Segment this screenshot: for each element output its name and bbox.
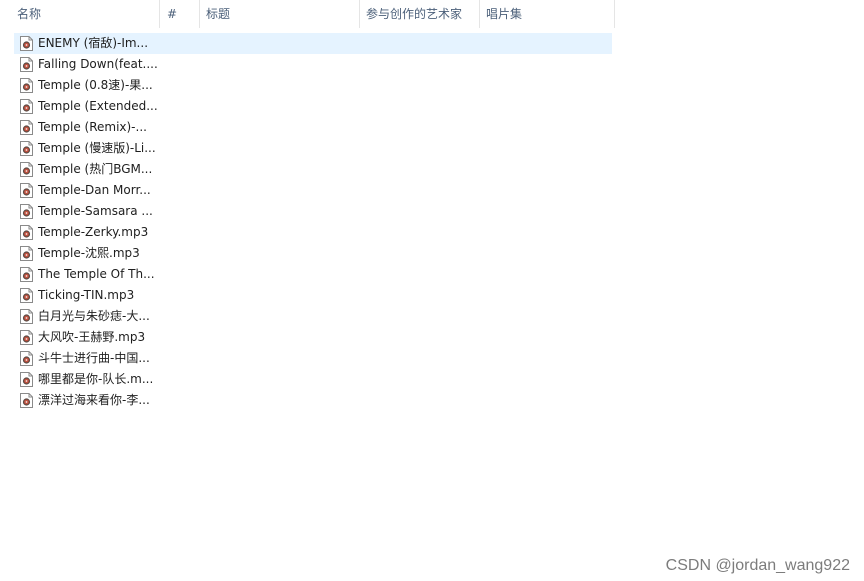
- file-list: ENEMY (宿敌)-Im... Falling Down(feat.... Tem…: [14, 33, 612, 411]
- audio-file-icon: [20, 141, 33, 156]
- file-name: Temple (0.8速)-果...: [38, 78, 153, 92]
- file-name: Temple-沈熙.mp3: [38, 246, 140, 260]
- column-divider[interactable]: [159, 0, 160, 28]
- file-name: Temple-Samsara ...: [38, 204, 153, 218]
- audio-file-icon: [20, 183, 33, 198]
- file-name: 漂洋过海来看你-李...: [38, 393, 150, 407]
- file-row[interactable]: Temple-Dan Morr...: [14, 180, 612, 201]
- column-divider[interactable]: [199, 0, 200, 28]
- file-name: Temple (Extended...: [38, 99, 158, 113]
- audio-file-icon: [20, 351, 33, 366]
- file-row[interactable]: 漂洋过海来看你-李...: [14, 390, 612, 411]
- file-row[interactable]: Temple (0.8速)-果...: [14, 75, 612, 96]
- audio-file-icon: [20, 246, 33, 261]
- file-row[interactable]: Temple-沈熙.mp3: [14, 243, 612, 264]
- file-row[interactable]: Temple (热门BGM...: [14, 159, 612, 180]
- audio-file-icon: [20, 330, 33, 345]
- audio-file-icon: [20, 120, 33, 135]
- file-name: Temple (慢速版)-Li...: [38, 141, 156, 155]
- file-row[interactable]: ENEMY (宿敌)-Im...: [14, 33, 612, 54]
- watermark: CSDN @jordan_wang922: [665, 557, 850, 574]
- audio-file-icon: [20, 267, 33, 282]
- audio-file-icon: [20, 225, 33, 240]
- file-name: Temple (Remix)-...: [38, 120, 147, 134]
- file-row[interactable]: Temple-Zerky.mp3: [14, 222, 612, 243]
- file-row[interactable]: Temple (Remix)-...: [14, 117, 612, 138]
- audio-file-icon: [20, 393, 33, 408]
- file-row[interactable]: 白月光与朱砂痣-大...: [14, 306, 612, 327]
- column-divider[interactable]: [479, 0, 480, 28]
- audio-file-icon: [20, 162, 33, 177]
- column-header-album[interactable]: 唱片集: [486, 0, 522, 28]
- file-row[interactable]: Ticking-TIN.mp3: [14, 285, 612, 306]
- file-name: ENEMY (宿敌)-Im...: [38, 36, 149, 50]
- column-divider[interactable]: [614, 0, 615, 28]
- file-row[interactable]: 大风吹-王赫野.mp3: [14, 327, 612, 348]
- file-name: The Temple Of Th...: [38, 267, 155, 281]
- file-name: 哪里都是你-队长.m...: [38, 372, 154, 386]
- file-row[interactable]: Temple (Extended...: [14, 96, 612, 117]
- column-header-title[interactable]: 标题: [206, 0, 230, 28]
- file-row[interactable]: The Temple Of Th...: [14, 264, 612, 285]
- audio-file-icon: [20, 204, 33, 219]
- audio-file-icon: [20, 78, 33, 93]
- file-row[interactable]: Falling Down(feat....: [14, 54, 612, 75]
- file-name: 斗牛士进行曲-中国...: [38, 351, 150, 365]
- audio-file-icon: [20, 99, 33, 114]
- audio-file-icon: [20, 57, 33, 72]
- file-row[interactable]: 斗牛士进行曲-中国...: [14, 348, 612, 369]
- column-divider[interactable]: [359, 0, 360, 28]
- column-header-bar: ^ 名称 # 标题 参与创作的艺术家 唱片集: [0, 0, 864, 28]
- file-name: 大风吹-王赫野.mp3: [38, 330, 146, 344]
- sort-ascending-icon: ^: [80, 0, 89, 7]
- file-row[interactable]: Temple (慢速版)-Li...: [14, 138, 612, 159]
- file-name: Falling Down(feat....: [38, 57, 158, 71]
- column-header-contributing-artists[interactable]: 参与创作的艺术家: [366, 0, 462, 28]
- file-row[interactable]: 哪里都是你-队长.m...: [14, 369, 612, 390]
- file-name: 白月光与朱砂痣-大...: [38, 309, 150, 323]
- audio-file-icon: [20, 309, 33, 324]
- column-header-track-number[interactable]: #: [167, 0, 177, 28]
- file-row[interactable]: Temple-Samsara ...: [14, 201, 612, 222]
- audio-file-icon: [20, 36, 33, 51]
- file-name: Ticking-TIN.mp3: [38, 288, 135, 302]
- file-name: Temple (热门BGM...: [38, 162, 153, 176]
- file-name: Temple-Zerky.mp3: [38, 225, 149, 239]
- column-header-name[interactable]: 名称: [17, 0, 41, 28]
- file-name: Temple-Dan Morr...: [38, 183, 151, 197]
- audio-file-icon: [20, 372, 33, 387]
- audio-file-icon: [20, 288, 33, 303]
